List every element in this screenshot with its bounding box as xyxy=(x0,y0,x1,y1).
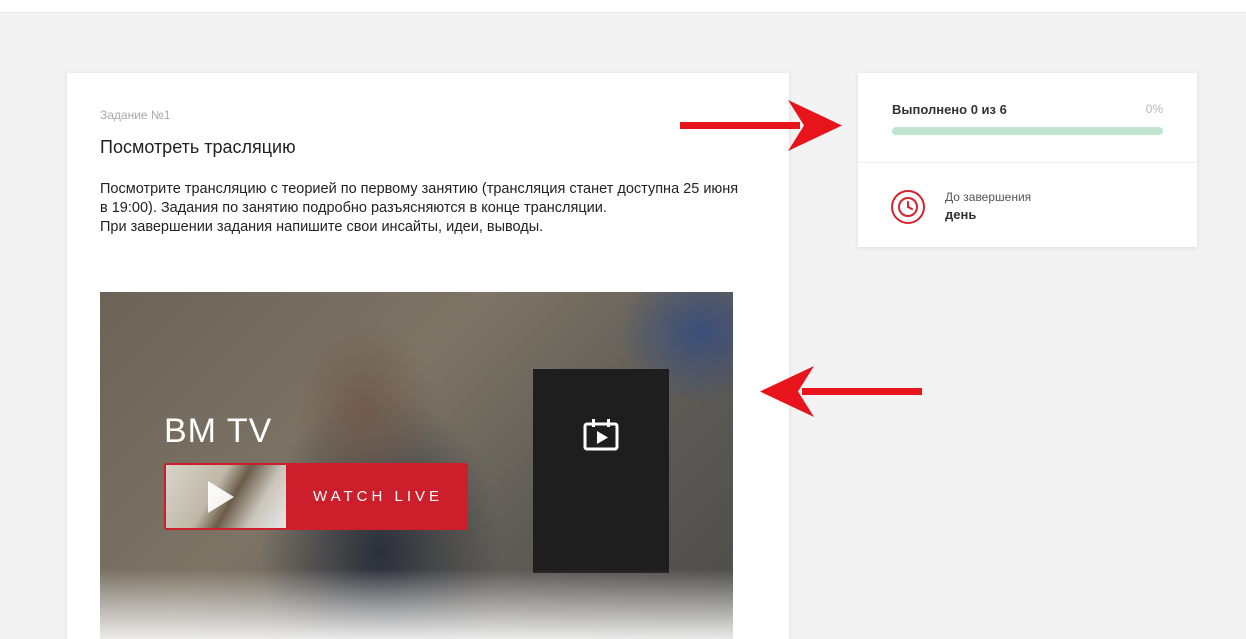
task-description-paragraph: Посмотрите трансляцию с теорией по перво… xyxy=(100,181,739,216)
top-header-bar xyxy=(0,0,1246,13)
annotation-arrow-right-icon xyxy=(680,100,842,151)
live-thumbnail[interactable] xyxy=(166,465,286,528)
deadline-label: До завершения xyxy=(945,190,1032,204)
video-player[interactable]: BM TV WATCH LIVE xyxy=(100,292,733,639)
channel-brand: BM TV xyxy=(164,412,273,450)
annotation-arrow-left-icon xyxy=(760,366,922,417)
task-number: Задание №1 xyxy=(100,108,171,122)
task-title: Посмотреть трасляцию xyxy=(100,137,296,157)
divider xyxy=(858,162,1197,163)
deadline-value: день xyxy=(945,207,977,222)
task-description-paragraph: При завершении задания напишите свои инс… xyxy=(100,219,544,235)
schedule-panel[interactable] xyxy=(533,369,669,573)
progress-percent: 0% xyxy=(1145,102,1163,116)
progress-bar xyxy=(892,127,1163,135)
play-icon[interactable] xyxy=(208,481,234,513)
watch-live-button[interactable]: WATCH LIVE xyxy=(164,463,468,530)
clock-icon xyxy=(891,190,925,224)
progress-card: Выполнено 0 из 6 0% До завершения день xyxy=(858,73,1197,247)
task-description: Посмотрите трансляцию с теорией по перво… xyxy=(100,180,740,237)
progress-label: Выполнено 0 из 6 xyxy=(892,102,1007,117)
calendar-play-icon[interactable] xyxy=(583,419,619,451)
task-card: Задание №1 Посмотреть трасляцию Посмотри… xyxy=(67,73,789,639)
watch-live-label: WATCH LIVE xyxy=(312,488,443,505)
